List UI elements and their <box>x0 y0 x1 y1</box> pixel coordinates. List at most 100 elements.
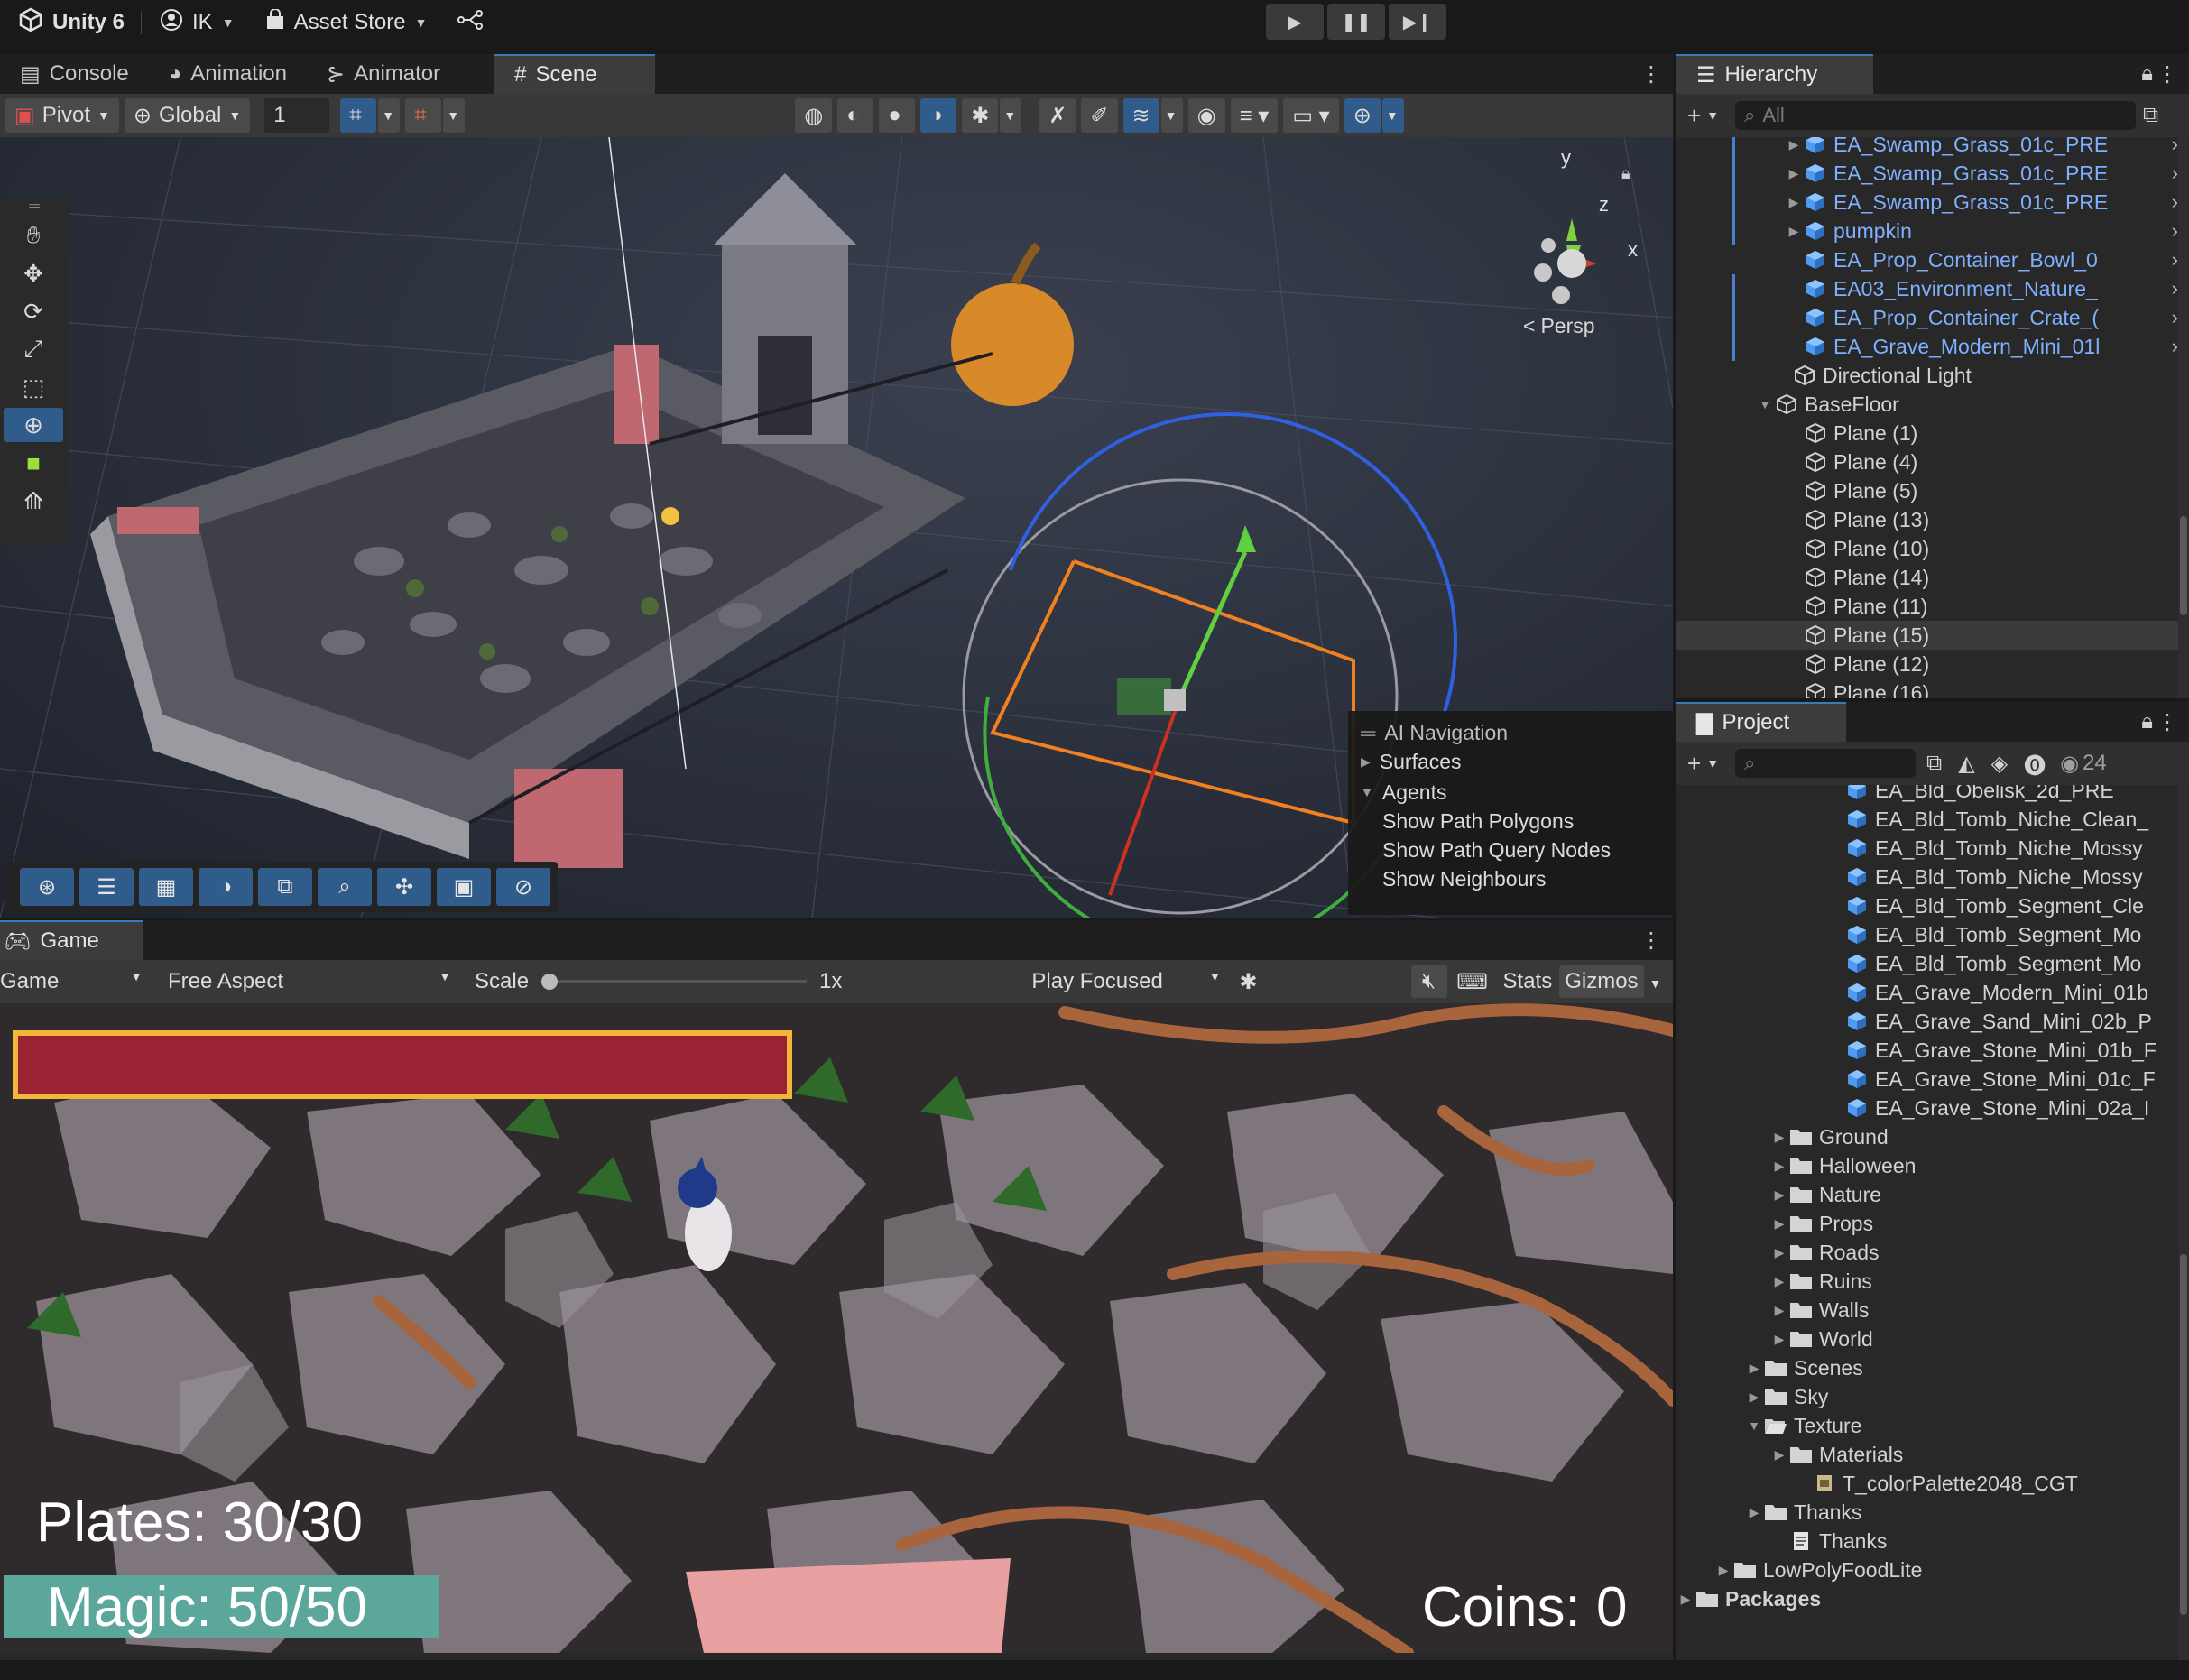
global-dropdown[interactable]: ⊕ Global ▼ <box>124 98 251 133</box>
hierarchy-row[interactable]: Plane (10) <box>1676 534 2182 563</box>
hierarchy-row[interactable]: ▶ pumpkin › <box>1676 217 2182 245</box>
transform-tool-button[interactable]: ⊕ <box>4 408 63 442</box>
project-asset-row[interactable]: EA_Grave_Modern_Mini_01b <box>1676 978 2182 1007</box>
pivot-view-button[interactable]: ✣ <box>377 868 431 906</box>
play-mode-dropdown[interactable]: Play Focused ▼ <box>1031 969 1221 994</box>
hierarchy-row[interactable]: Plane (4) <box>1676 448 2182 476</box>
filter-by-label-icon[interactable]: ◭ <box>1958 751 1974 777</box>
tag-icon[interactable]: ◈ <box>1991 751 2008 777</box>
chevron-right-icon[interactable]: ▶ <box>1745 1389 1763 1405</box>
chevron-down-icon[interactable]: ▼ <box>1745 1418 1763 1433</box>
pivot-dropdown[interactable]: ▣ Pivot ▼ <box>5 98 119 133</box>
hidden-packages-toggle[interactable]: ◉ 24 <box>2060 751 2107 777</box>
overlay-dropdown[interactable]: ▼ <box>1160 98 1183 133</box>
project-folder-row[interactable]: ▶ Walls <box>1676 1296 2182 1325</box>
project-search-input[interactable]: ⌕ <box>1735 749 1917 778</box>
chevron-right-icon[interactable]: ▶ <box>1745 1361 1763 1376</box>
hierarchy-row[interactable]: Plane (14) <box>1676 563 2182 592</box>
tab-scene[interactable]: # Scene <box>494 54 656 94</box>
chevron-right-icon[interactable]: ▶ <box>1770 1187 1788 1203</box>
display-dropdown[interactable]: Game ▼ <box>0 969 150 994</box>
show-neighbours-toggle[interactable]: Show Neighbours <box>1361 864 1660 893</box>
hierarchy-row[interactable]: ▶ EA_Swamp_Grass_01c_PRE › <box>1676 188 2182 217</box>
bug-icon[interactable]: ✱ <box>1239 969 1257 995</box>
project-folder-row[interactable]: ▶ Roads <box>1676 1238 2182 1267</box>
project-asset-row[interactable]: EA_Grave_Stone_Mini_02a_I <box>1676 1094 2182 1122</box>
rect-tool-button[interactable]: ⬚ <box>4 370 63 404</box>
more-options-icon[interactable]: ⋮ <box>1640 61 1662 88</box>
camera-dropdown[interactable]: ▭ ▾ <box>1283 98 1339 133</box>
project-folder-row[interactable]: ▶ Nature <box>1676 1180 2182 1209</box>
project-folder-row[interactable]: ▶ Halloween <box>1676 1151 2182 1180</box>
chevron-right-icon[interactable]: ▶ <box>1785 137 1803 152</box>
show-path-query-nodes-toggle[interactable]: Show Path Query Nodes <box>1361 835 1660 864</box>
orientation-button[interactable]: ⊛ <box>20 868 74 906</box>
tab-hierarchy[interactable]: ☰ Hierarchy <box>1676 54 1873 94</box>
chevron-right-icon[interactable]: › <box>2172 306 2178 329</box>
chevron-right-icon[interactable]: › <box>2172 277 2178 300</box>
settings-button[interactable]: ☰ <box>79 868 134 906</box>
project-folder-row[interactable]: ▶ World <box>1676 1325 2182 1353</box>
hierarchy-row[interactable]: Plane (15) <box>1676 621 2182 650</box>
project-folder-row[interactable]: ▶ Ground <box>1676 1122 2182 1151</box>
chevron-right-icon[interactable]: ▶ <box>1770 1158 1788 1174</box>
gizmos-dropdown[interactable]: ▼ <box>1649 969 1662 994</box>
navmesh-tool-button[interactable]: ⟰ <box>4 484 63 518</box>
grid-snap-button[interactable]: ⌗ <box>340 98 377 133</box>
pause-button[interactable]: ❚❚ <box>1327 4 1385 40</box>
slider-handle[interactable] <box>541 974 559 990</box>
hierarchy-row[interactable]: EA_Prop_Container_Bowl_0 › <box>1676 245 2182 274</box>
hierarchy-search-input[interactable]: ⌕ All <box>1735 101 2137 130</box>
chevron-right-icon[interactable]: ▶ <box>1770 1245 1788 1260</box>
chevron-right-icon[interactable]: ▶ <box>1770 1274 1788 1289</box>
project-asset-row[interactable]: EA_Bld_Tomb_Niche_Mossy <box>1676 834 2182 863</box>
mute-audio-button[interactable]: 🔇︎ <box>1410 965 1447 998</box>
effects-toggle[interactable]: ✐ <box>1081 98 1118 133</box>
lock-icon[interactable]: 🔒︎ <box>1621 164 1630 183</box>
step-button[interactable]: ▶❙ <box>1389 4 1446 40</box>
hierarchy-row[interactable]: EA03_Environment_Nature_ › <box>1676 274 2182 303</box>
hierarchy-row[interactable]: ▶ EA_Swamp_Grass_01c_PRE › <box>1676 137 2182 159</box>
scene-visibility-toggle[interactable]: ◉ <box>1187 98 1225 133</box>
move-tool-button[interactable]: ✥ <box>4 256 63 291</box>
chevron-right-icon[interactable]: ▶ <box>1770 1447 1788 1463</box>
project-asset-row[interactable]: EA_Grave_Stone_Mini_01c_F <box>1676 1065 2182 1094</box>
increment-snap-button[interactable]: ⌗ <box>405 98 442 133</box>
chevron-right-icon[interactable]: ▶ <box>1745 1505 1763 1520</box>
hierarchy-row[interactable]: EA_Grave_Modern_Mini_01l › <box>1676 332 2182 361</box>
custom-tool-button[interactable]: ■ <box>4 446 63 480</box>
hierarchy-row[interactable]: ▼ BaseFloor <box>1676 390 2182 419</box>
chevron-right-icon[interactable]: › <box>2172 137 2178 156</box>
scale-tool-button[interactable]: ⤢ <box>4 332 63 366</box>
account-dropdown[interactable]: IK ▼ <box>160 8 235 38</box>
chevron-right-icon[interactable]: ▶ <box>1785 166 1803 181</box>
hand-tool-button[interactable]: ✋︎ <box>4 218 63 253</box>
project-folder-row[interactable]: ▼ Texture <box>1676 1411 2182 1440</box>
chevron-right-icon[interactable]: ▶ <box>1770 1303 1788 1318</box>
project-scrollbar[interactable] <box>2178 785 2189 1660</box>
project-folder-row[interactable]: ▶ Materials <box>1676 1440 2182 1469</box>
persp-toggle[interactable]: < Persp <box>1523 314 1595 338</box>
play-button[interactable]: ▶ <box>1266 4 1324 40</box>
chevron-down-icon[interactable]: ▼ <box>1756 397 1774 411</box>
camera-button[interactable]: ▣ <box>437 868 491 906</box>
scale-slider[interactable] <box>541 974 808 990</box>
hierarchy-row[interactable]: Directional Light <box>1676 361 2182 390</box>
ai-nav-header[interactable]: ═ AI Navigation <box>1361 718 1660 747</box>
project-folder-row[interactable]: ▶ LowPolyFoodLite <box>1676 1555 2182 1584</box>
create-dropdown[interactable]: + ▼ <box>1687 102 1719 130</box>
project-asset-row[interactable]: EA_Grave_Sand_Mini_02b_P <box>1676 1007 2182 1036</box>
shortcuts-button[interactable]: ⌨ <box>1455 965 1491 998</box>
hierarchy-row[interactable]: Plane (16) <box>1676 678 2182 698</box>
hierarchy-row[interactable]: Plane (1) <box>1676 419 2182 448</box>
version-control-button[interactable] <box>457 9 484 37</box>
debug-mode-dropdown[interactable]: ▼ <box>1000 98 1022 133</box>
chevron-right-icon[interactable]: ▶ <box>1676 1592 1695 1607</box>
scroll-thumb[interactable] <box>2180 1254 2187 1615</box>
increment-snap-dropdown[interactable]: ▼ <box>443 98 466 133</box>
chevron-right-icon[interactable]: › <box>2172 248 2178 272</box>
project-asset-row[interactable]: EA_Bld_Tomb_Segment_Cle <box>1676 891 2182 920</box>
lock-icon[interactable]: 🔒︎ <box>2141 61 2153 87</box>
project-asset-row[interactable]: T_colorPalette2048_CGT <box>1676 1469 2182 1498</box>
game-viewport[interactable] <box>0 1003 1673 1653</box>
